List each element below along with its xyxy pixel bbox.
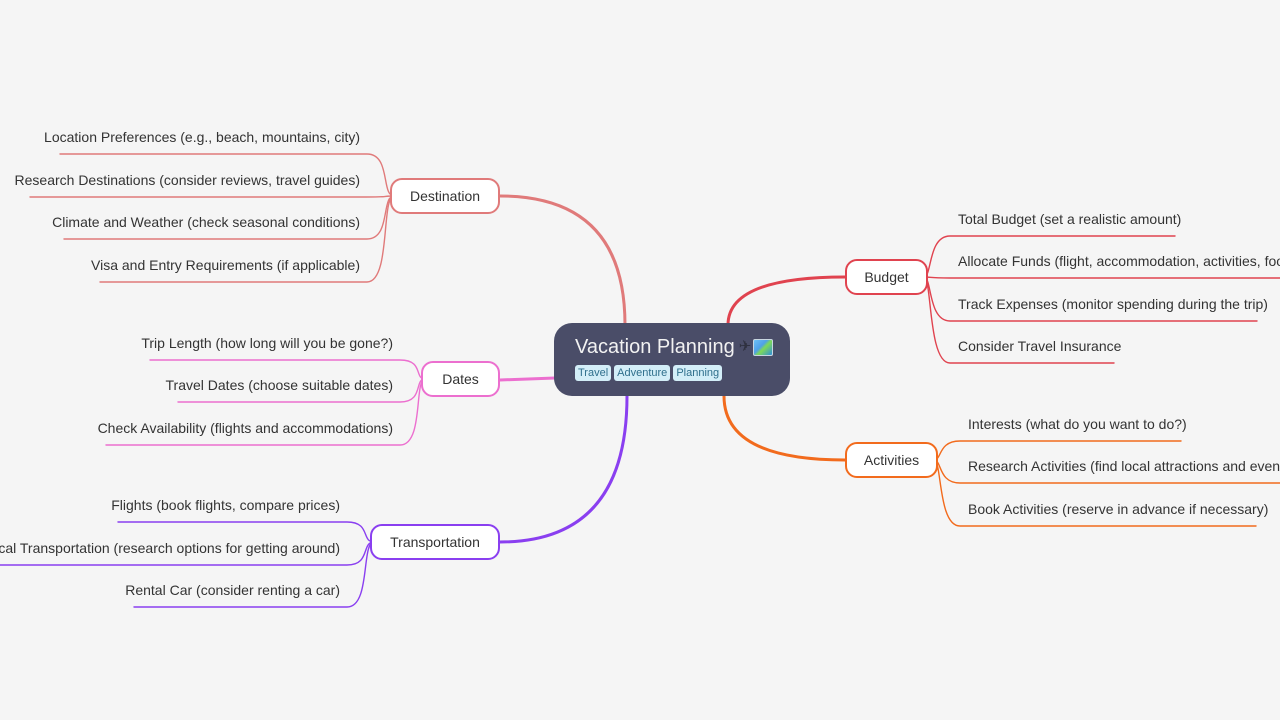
- subtopic-budget-3[interactable]: Consider Travel Insurance: [958, 337, 1121, 355]
- connector-root-dates: [498, 376, 557, 382]
- central-topic-title: Vacation Planning: [575, 336, 735, 358]
- connector-root-destination: [498, 194, 627, 327]
- airplane-icon: ✈: [738, 338, 752, 355]
- world-map-icon: [753, 338, 774, 356]
- subtopic-destination-1[interactable]: Research Destinations (consider reviews,…: [15, 171, 360, 189]
- subtopic-dates-1[interactable]: Travel Dates (choose suitable dates): [166, 376, 393, 394]
- central-topic-vacation-planning[interactable]: Vacation Planning ✈ Travel Adventure Pla…: [554, 323, 790, 396]
- topic-transportation-label: Transportation: [390, 534, 480, 550]
- subtopic-destination-3[interactable]: Visa and Entry Requirements (if applicab…: [91, 256, 360, 274]
- topic-budget-label: Budget: [864, 269, 909, 285]
- subtopic-destination-2[interactable]: Climate and Weather (check seasonal cond…: [52, 213, 360, 231]
- subtopic-transportation-0[interactable]: Flights (book flights, compare prices): [111, 496, 340, 514]
- topic-activities[interactable]: Activities: [845, 442, 938, 478]
- topic-budget[interactable]: Budget: [845, 259, 928, 295]
- connector-budget-leaf-1: [923, 276, 1280, 279]
- topic-dates-label: Dates: [442, 371, 479, 387]
- subtopic-budget-0[interactable]: Total Budget (set a realistic amount): [958, 210, 1181, 228]
- subtopic-destination-0[interactable]: Location Preferences (e.g., beach, mount…: [44, 128, 360, 146]
- subtopic-transportation-2[interactable]: Rental Car (consider renting a car): [125, 581, 340, 599]
- tag-list: Travel Adventure Planning: [575, 365, 790, 381]
- topic-destination-label: Destination: [409, 188, 481, 204]
- subtopic-activities-2[interactable]: Book Activities (reserve in advance if n…: [968, 500, 1268, 518]
- subtopic-activities-1[interactable]: Research Activities (find local attracti…: [968, 457, 1280, 475]
- subtopic-dates-2[interactable]: Check Availability (flights and accommod…: [98, 419, 393, 437]
- topic-destination[interactable]: Destination: [390, 178, 500, 214]
- tag-planning[interactable]: Planning: [673, 365, 723, 381]
- tag-adventure[interactable]: Adventure: [614, 365, 671, 381]
- topic-dates[interactable]: Dates: [421, 361, 500, 397]
- mind-map-canvas[interactable]: Vacation Planning ✈ Travel Adventure Pla…: [0, 0, 1280, 720]
- topic-activities-label: Activities: [863, 452, 920, 468]
- topic-transportation[interactable]: Transportation: [370, 524, 500, 560]
- tag-travel[interactable]: Travel: [575, 365, 612, 381]
- subtopic-dates-0[interactable]: Trip Length (how long will you be gone?): [141, 334, 393, 352]
- connector-root-transportation: [498, 394, 629, 544]
- connector-destination-leaf-1: [29, 195, 395, 198]
- connector-root-activities: [722, 394, 847, 462]
- subtopic-budget-2[interactable]: Track Expenses (monitor spending during …: [958, 295, 1268, 313]
- subtopic-activities-0[interactable]: Interests (what do you want to do?): [968, 415, 1187, 433]
- subtopic-transportation-1[interactable]: Local Transportation (research options f…: [0, 539, 340, 557]
- connector-root-budget: [726, 275, 847, 327]
- subtopic-budget-1[interactable]: Allocate Funds (flight, accommodation, a…: [958, 252, 1280, 270]
